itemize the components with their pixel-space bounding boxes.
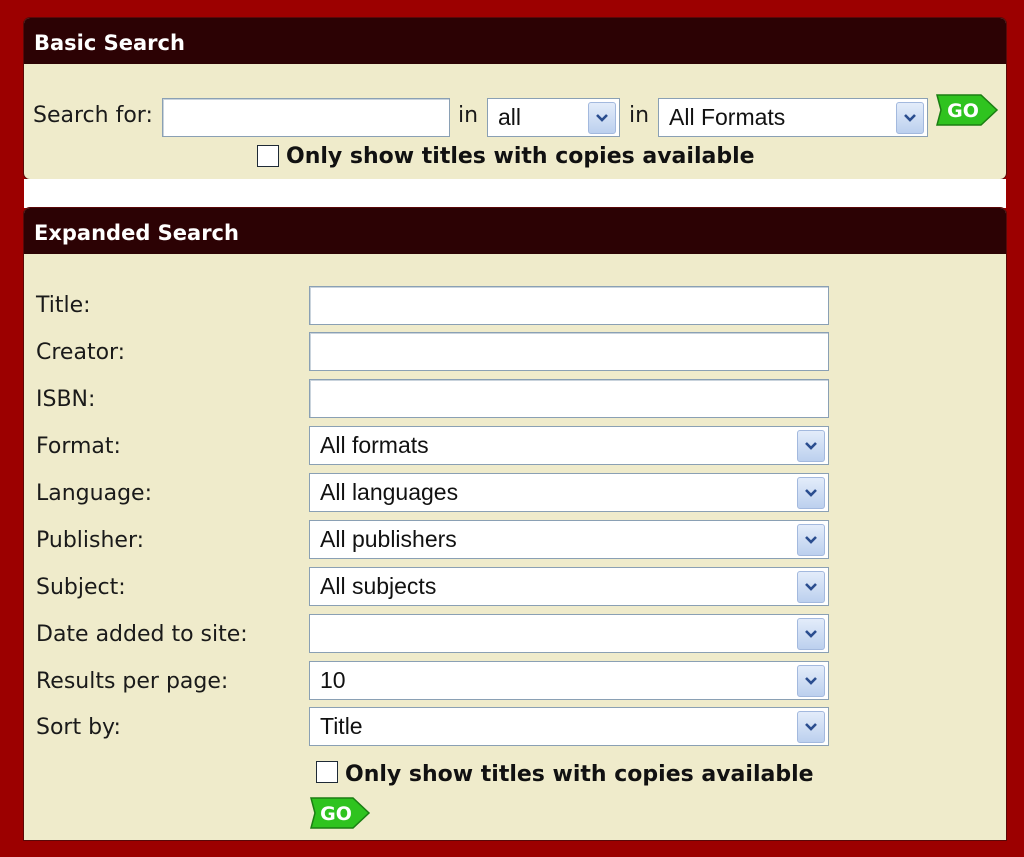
chevron-down-icon[interactable]: [588, 102, 616, 134]
search-field-select[interactable]: all: [487, 98, 620, 137]
publisher-label: Publisher:: [36, 528, 145, 553]
results-per-page-dropdown-value: 10: [320, 667, 346, 693]
format-select[interactable]: All Formats: [658, 98, 928, 137]
sort-by-label: Sort by:: [36, 715, 121, 740]
basic-go-label: GO: [947, 100, 979, 122]
subject-dropdown[interactable]: All subjects: [309, 567, 829, 606]
expanded-search-header: Expanded Search: [24, 208, 1006, 254]
isbn-label: ISBN:: [36, 387, 96, 412]
title-label: Title:: [36, 293, 91, 318]
expanded-available-label: Only show titles with copies available: [345, 762, 814, 787]
results-per-page-dropdown[interactable]: 10: [309, 661, 829, 700]
language-label: Language:: [36, 481, 152, 506]
chevron-down-icon[interactable]: [797, 571, 825, 603]
basic-available-checkbox[interactable]: [257, 145, 279, 167]
basic-search-panel: Basic Search Search for: in all in All F…: [24, 18, 1006, 179]
format-dropdown-value: All formats: [320, 432, 429, 458]
creator-input[interactable]: [309, 332, 829, 371]
format-dropdown[interactable]: All formats: [309, 426, 829, 465]
expanded-go-button[interactable]: GO: [309, 796, 371, 830]
publisher-dropdown[interactable]: All publishers: [309, 520, 829, 559]
publisher-dropdown-value: All publishers: [320, 526, 457, 552]
format-select-value: All Formats: [669, 104, 786, 130]
language-dropdown[interactable]: All languages: [309, 473, 829, 512]
basic-search-header: Basic Search: [24, 18, 1006, 64]
search-for-label: Search for:: [33, 103, 153, 128]
in-label-1: in: [458, 103, 479, 128]
expanded-available-checkbox[interactable]: [316, 761, 338, 783]
panel-separator: [24, 179, 1006, 208]
language-dropdown-value: All languages: [320, 479, 459, 505]
expanded-go-label: GO: [320, 803, 352, 825]
subject-dropdown-value: All subjects: [320, 573, 437, 599]
search-field-select-value: all: [498, 104, 522, 130]
date-added-label: Date added to site:: [36, 622, 248, 647]
basic-go-button[interactable]: GO: [935, 93, 999, 127]
chevron-down-icon[interactable]: [797, 477, 825, 509]
in-label-2: in: [629, 103, 650, 128]
basic-available-label: Only show titles with copies available: [286, 144, 755, 169]
sort-by-dropdown-value: Title: [320, 713, 363, 739]
subject-label: Subject:: [36, 575, 126, 600]
results-per-page-label: Results per page:: [36, 669, 229, 694]
isbn-input[interactable]: [309, 379, 829, 418]
format-label: Format:: [36, 434, 121, 459]
chevron-down-icon[interactable]: [797, 430, 825, 462]
chevron-down-icon[interactable]: [797, 665, 825, 697]
search-input[interactable]: [162, 98, 450, 137]
expanded-search-panel: Expanded Search Title: Creator: ISBN: Fo…: [24, 208, 1006, 840]
chevron-down-icon[interactable]: [797, 524, 825, 556]
sort-by-dropdown[interactable]: Title: [309, 707, 829, 746]
chevron-down-icon[interactable]: [797, 618, 825, 650]
date-added-dropdown[interactable]: [309, 614, 829, 653]
creator-label: Creator:: [36, 340, 126, 365]
chevron-down-icon[interactable]: [896, 102, 924, 134]
chevron-down-icon[interactable]: [797, 711, 825, 743]
title-input[interactable]: [309, 286, 829, 325]
